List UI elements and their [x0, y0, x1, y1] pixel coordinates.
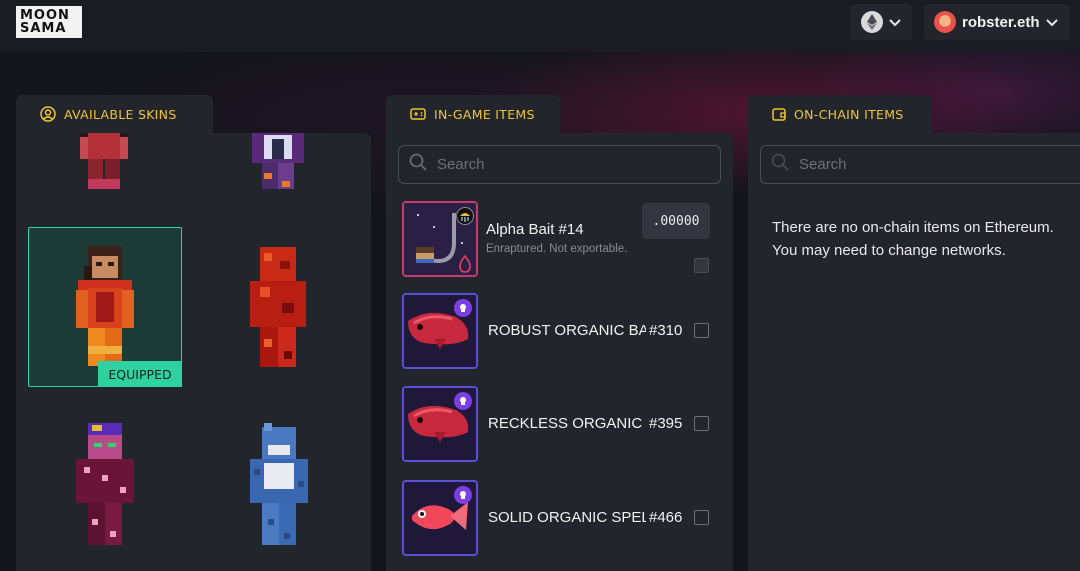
quantity-field[interactable]: .00000: [642, 203, 710, 239]
list-item[interactable]: ROBUST ORGANIC BAI #310: [400, 291, 720, 371]
network-selector-button[interactable]: [850, 4, 912, 40]
search-icon: [771, 153, 789, 176]
item-number: #310: [649, 322, 683, 339]
tab-in-game-items[interactable]: IN-GAME ITEMS: [386, 95, 560, 133]
fire-icon: [458, 254, 472, 275]
item-type-icon: [454, 299, 472, 317]
item-type-icon: [454, 392, 472, 410]
item-name: SOLID ORGANIC SPEL: [488, 509, 646, 526]
tab-available-skins[interactable]: AVAILABLE SKINS: [16, 95, 213, 133]
item-checkbox[interactable]: [694, 510, 709, 525]
account-name: robster.eth: [962, 13, 1040, 31]
skin-thumbnail[interactable]: [248, 423, 310, 547]
tab-label: IN-GAME ITEMS: [434, 106, 535, 122]
account-menu-button[interactable]: robster.eth: [924, 4, 1070, 40]
item-checkbox[interactable]: [694, 258, 709, 273]
list-item[interactable]: SOLID ORGANIC SPEL #466: [400, 478, 720, 558]
equipped-badge: EQUIPPED: [98, 361, 182, 387]
item-checkbox[interactable]: [694, 323, 709, 338]
search-icon: [409, 153, 427, 176]
on-chain-search-box[interactable]: [760, 145, 1080, 184]
chevron-down-icon: [1045, 15, 1058, 30]
item-checkbox[interactable]: [694, 416, 709, 431]
skin-thumbnail[interactable]: [248, 247, 308, 369]
item-name: RECKLESS ORGANIC B: [488, 415, 646, 432]
skin-card-equipped[interactable]: EQUIPPED: [28, 227, 182, 387]
on-chain-items-panel: [748, 133, 1080, 571]
ethereum-icon: [861, 11, 883, 33]
tab-label: ON-CHAIN ITEMS: [794, 106, 904, 122]
wallet-icon: [772, 107, 786, 121]
item-thumbnail: [402, 201, 478, 277]
skins-panel: EQUIPPED: [16, 133, 371, 571]
item-thumbnail: [402, 386, 478, 462]
skin-thumbnail[interactable]: [74, 423, 136, 547]
list-item[interactable]: RECKLESS ORGANIC B #395: [400, 384, 720, 464]
skin-thumbnail: [76, 246, 134, 366]
item-name: ROBUST ORGANIC BAI: [488, 322, 646, 339]
item-number: #395: [649, 415, 683, 432]
item-subtitle: Enraptured. Not exportable.: [486, 243, 628, 255]
tab-on-chain-items[interactable]: ON-CHAIN ITEMS: [748, 95, 932, 133]
item-number: #466: [649, 509, 683, 526]
item-name: Alpha Bait #14: [486, 221, 584, 238]
item-thumbnail: [402, 293, 478, 369]
in-game-search-box[interactable]: [398, 145, 721, 184]
user-circle-icon: [40, 106, 56, 122]
item-thumbnail: [402, 480, 478, 556]
item-type-icon: [454, 486, 472, 504]
skin-thumbnail[interactable]: [248, 133, 308, 191]
skin-thumbnail[interactable]: [74, 133, 134, 191]
bait-type-icon: [456, 207, 474, 225]
moonsama-logo[interactable]: MOON SAMA: [16, 6, 82, 38]
top-bar: MOON SAMA robster.eth: [0, 0, 1080, 52]
chevron-down-icon: [889, 15, 901, 30]
search-input[interactable]: [799, 156, 1059, 173]
avatar: [934, 11, 956, 33]
search-input[interactable]: [437, 156, 697, 173]
empty-state-message: There are no on-chain items on Ethereum.…: [772, 219, 1054, 259]
gamepad-icon: [410, 108, 426, 120]
tab-label: AVAILABLE SKINS: [64, 106, 177, 122]
in-game-items-panel: Alpha Bait #14 Enraptured. Not exportabl…: [386, 133, 733, 571]
